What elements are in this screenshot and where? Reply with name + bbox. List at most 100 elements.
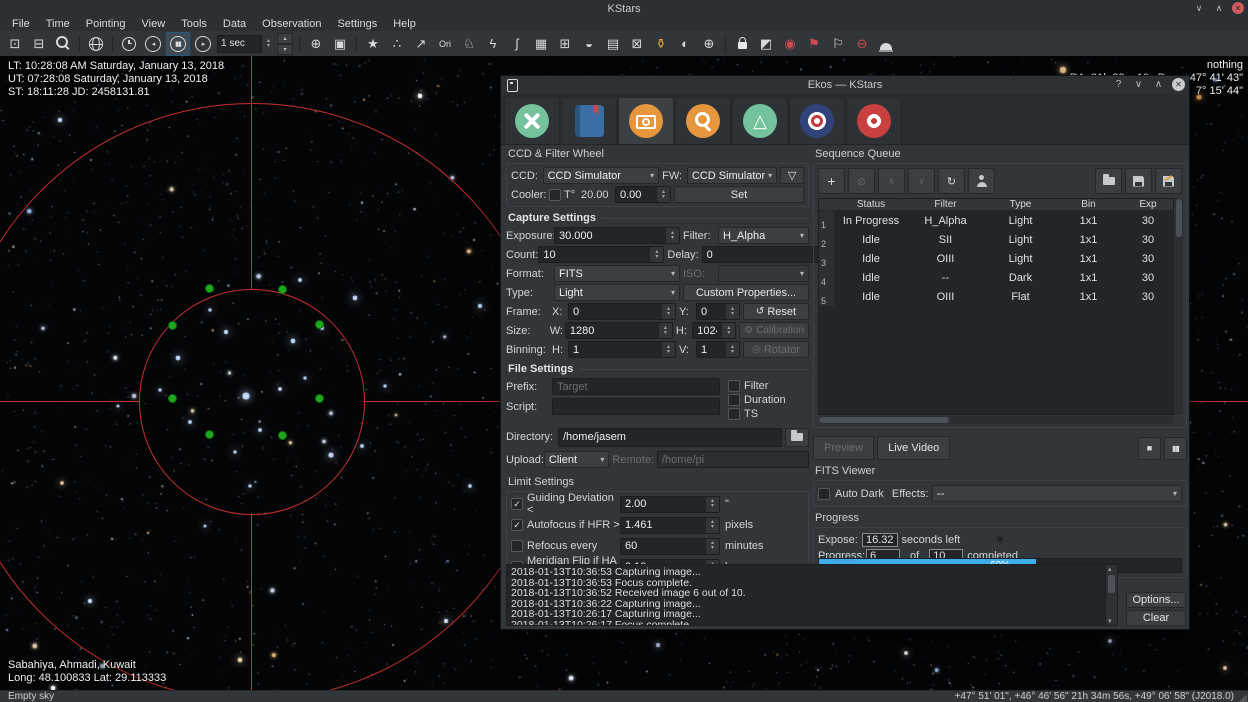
size-h-spinbox[interactable] [692,322,736,339]
spinner-arrows[interactable] [725,304,739,319]
show-deep-sky-icon[interactable]: ∴ [386,33,408,55]
limit-input-1[interactable] [621,518,705,533]
ekos-titlebar[interactable]: Ekos — KStars ? ∨ ∧ ✕ [501,76,1189,95]
moon-phase-icon[interactable]: ◐ [674,33,696,55]
tab-guide[interactable] [789,97,845,144]
limit-checkbox-1[interactable] [511,519,523,531]
spinner-arrows[interactable] [261,35,275,53]
tab-setup[interactable] [504,97,560,144]
options-button[interactable]: Options... [1126,592,1186,608]
table-row-2[interactable]: 2IdleSIILight1x130 [819,230,1173,249]
spinner-arrows[interactable] [705,497,719,512]
ccd-combobox[interactable]: CCD Simulator [543,167,660,184]
duration-suffix-checkbox[interactable] [728,394,740,406]
constellation-boundaries-icon[interactable]: ▦ [530,33,552,55]
close-icon[interactable]: ✕ [1232,2,1244,14]
set-time-icon[interactable] [118,33,140,55]
menu-observation[interactable]: Observation [254,18,329,30]
supernova-alert-icon[interactable]: ⊖ [851,33,873,55]
filter-suffix-checkbox[interactable] [728,380,740,392]
observatory-icon[interactable] [875,33,897,55]
directory-input[interactable] [558,428,782,447]
ts-suffix-checkbox[interactable] [728,408,740,420]
table-row-4[interactable]: 4Idle--Dark1x130 [819,268,1173,287]
custom-properties-button[interactable]: Custom Properties... [683,284,809,301]
flags-list-icon[interactable]: ▤ [602,33,624,55]
frame-x-input[interactable] [569,304,661,319]
sequence-hscrollbar[interactable] [818,416,1174,424]
spinner-arrows[interactable] [649,247,663,262]
clear-button[interactable]: Clear [1126,610,1186,626]
binning-h-spinbox[interactable] [568,341,676,358]
observation-list-icon[interactable]: ⊠ [626,33,648,55]
save-sequence-button[interactable] [1125,168,1152,194]
frame-y-spinbox[interactable] [696,303,740,320]
equatorial-grid-icon[interactable]: ⊞ [554,33,576,55]
table-row-3[interactable]: 3IdleOIIILight1x130 [819,249,1173,268]
move-job-up-button[interactable] [878,168,905,194]
lock-tracking-icon[interactable] [731,33,753,55]
spinner-arrows[interactable] [705,518,719,533]
size-w-spinbox[interactable] [565,322,673,339]
limit-input-2[interactable] [621,539,705,554]
log-scrollbar[interactable] [1105,565,1117,625]
find-object-icon[interactable] [52,33,74,55]
flag-icon[interactable]: ⚐ [827,33,849,55]
whats-interesting-icon[interactable]: ⚱ [650,33,672,55]
menu-data[interactable]: Data [215,18,254,30]
menu-settings[interactable]: Settings [329,18,385,30]
constellation-names-icon[interactable]: Ori [434,33,456,55]
filter-settings-button[interactable] [780,167,804,184]
export-sky-image-icon[interactable]: ▣ [329,33,351,55]
limit-spinbox-1[interactable] [620,517,720,534]
sequence-table[interactable]: StatusFilterTypeBinExp1In ProgressH_Alph… [818,198,1174,415]
spinner-arrows[interactable] [721,323,735,338]
limit-checkbox-2[interactable] [511,540,523,552]
reset-jobs-button[interactable] [938,168,965,194]
time-step-buttons[interactable]: ▴▾ [277,33,293,55]
filter-combobox[interactable]: H_Alpha [718,227,809,244]
geo-location-icon[interactable] [85,33,107,55]
spinner-arrows[interactable] [656,187,670,202]
sequence-vscrollbar[interactable] [1175,198,1183,415]
binning-v-spinbox[interactable] [696,341,740,358]
observer-button[interactable] [968,168,995,194]
live-video-button[interactable]: Live Video [877,436,950,460]
exposure-input[interactable] [555,228,665,243]
binning-v-input[interactable] [697,342,725,357]
center-object-icon[interactable]: ⊕ [305,33,327,55]
frame-y-input[interactable] [697,304,725,319]
tab-mount[interactable]: △ [732,97,788,144]
ekos-maximize-icon[interactable]: ∧ [1152,78,1165,91]
fov-symbol-icon[interactable]: ⊕ [698,33,720,55]
browse-directory-button[interactable] [785,428,809,447]
open-sequence-button[interactable] [1095,168,1122,194]
menu-pointing[interactable]: Pointing [78,18,134,30]
spinner-arrows[interactable] [661,342,675,357]
time-step-forward-icon[interactable]: ▸ [192,33,214,55]
tab-align[interactable] [846,97,902,144]
resize-grip[interactable] [1239,694,1247,702]
menu-view[interactable]: View [134,18,174,30]
red-flag-icon[interactable]: ⚑ [803,33,825,55]
color-scheme-icon[interactable]: ◩ [755,33,777,55]
minimize-icon[interactable]: ∨ [1192,1,1206,15]
spinner-arrows[interactable] [661,304,675,319]
spinner-arrows[interactable] [725,342,739,357]
menu-time[interactable]: Time [38,18,78,30]
exposure-spinbox[interactable] [554,227,680,244]
table-row-5[interactable]: 5IdleOIIIFlat1x130 [819,287,1173,306]
temp-setpoint-input[interactable] [616,187,656,202]
count-spinbox[interactable] [538,246,664,263]
menu-tools[interactable]: Tools [173,18,215,30]
stop-sequence-button[interactable] [1138,437,1161,460]
set-temperature-button[interactable]: Set [674,186,804,203]
save-sequence-as-button[interactable] [1155,168,1182,194]
prefix-input[interactable] [552,378,720,395]
zoom-to-selection-icon[interactable]: ⊟ [28,33,50,55]
cooler-checkbox[interactable] [549,189,561,201]
effects-combobox[interactable]: -- [932,485,1182,502]
time-step-up-icon[interactable]: ▴ [277,33,293,44]
time-step-down-icon[interactable]: ▾ [277,44,293,55]
ekos-close-icon[interactable]: ✕ [1172,78,1185,91]
